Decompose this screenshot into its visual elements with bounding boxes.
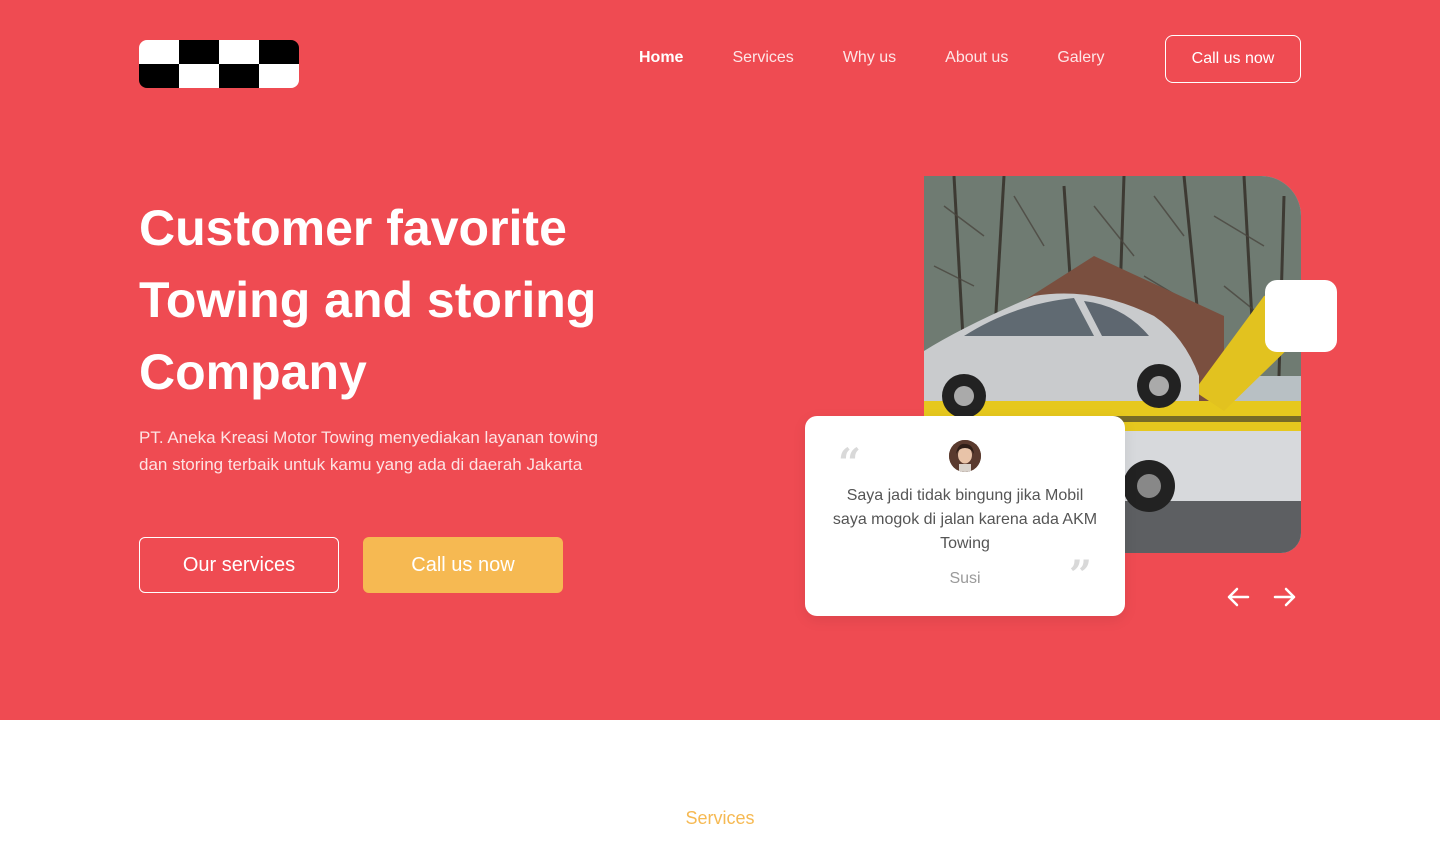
testimonial-card: “ Saya jadi tidak bingung jika Mobil say… [805, 416, 1125, 616]
services-section-label: Services [685, 808, 755, 828]
arrow-left-icon[interactable] [1223, 582, 1253, 612]
nav-home[interactable]: Home [639, 49, 683, 67]
logo-cell [139, 64, 179, 88]
hero-title-line: Customer favorite [139, 200, 567, 256]
avatar-image [949, 440, 981, 472]
arrow-right-icon[interactable] [1270, 582, 1300, 612]
quote-open-icon: “ [838, 440, 862, 487]
hero-section: Home Services Why us About us Galery Cal… [0, 0, 1440, 720]
hero-call-button[interactable]: Call us now [363, 537, 563, 593]
logo-cell [139, 40, 179, 64]
logo-cell [259, 40, 299, 64]
hero-title-line: Company [139, 344, 367, 400]
hero-description: PT. Aneka Kreasi Motor Towing menyediaka… [139, 428, 598, 474]
nav-about-us[interactable]: About us [945, 49, 1008, 67]
header-call-button[interactable]: Call us now [1165, 35, 1301, 83]
arrow-right-glyph [1273, 587, 1296, 607]
logo-cell [219, 64, 259, 88]
logo-cell [179, 40, 219, 64]
nav-services[interactable]: Services [732, 49, 793, 67]
logo-cell [179, 64, 219, 88]
nav-why-us[interactable]: Why us [843, 49, 896, 67]
hero-title: Customer favorite Towing and storing Com… [139, 192, 699, 408]
logo-cell [219, 40, 259, 64]
avatar [949, 440, 981, 472]
nav-galery[interactable]: Galery [1057, 49, 1104, 67]
hero-title-line: Towing and storing [139, 272, 597, 328]
arrow-left-glyph [1227, 587, 1250, 607]
quote-close-icon: ” [1069, 552, 1093, 599]
testimonial-quote: Saya jadi tidak bingung jika Mobil saya … [832, 487, 1098, 552]
decorative-square [1265, 280, 1337, 352]
main-nav: Home Services Why us About us Galery [639, 46, 1104, 70]
our-services-button[interactable]: Our services [139, 537, 339, 593]
logo[interactable] [139, 40, 299, 88]
logo-cell [259, 64, 299, 88]
